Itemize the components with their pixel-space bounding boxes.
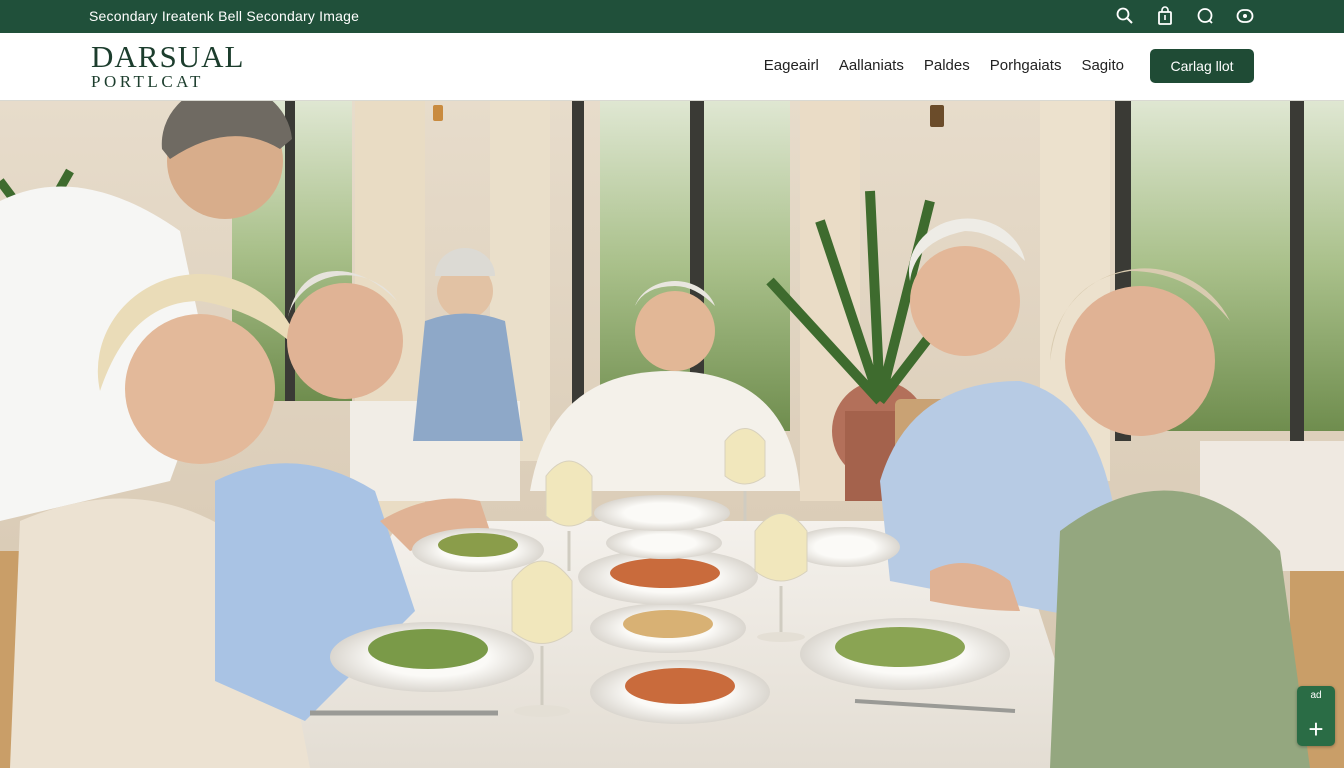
topbar-text: Secondary Ireatenk Bell Secondary Image	[89, 8, 360, 24]
bag-icon[interactable]	[1154, 5, 1176, 27]
main-header: DARSUAL PORTLCAT Eageairl Aallaniats Pal…	[0, 33, 1344, 101]
add-button[interactable]: +	[1308, 716, 1323, 742]
top-utility-bar: Secondary Ireatenk Bell Secondary Image	[0, 0, 1344, 33]
topbar-icons	[1114, 5, 1256, 27]
search-icon[interactable]	[1114, 5, 1136, 27]
nav-item-2[interactable]: Aallaniats	[839, 57, 904, 74]
nav-item-1[interactable]: Eageairl	[764, 57, 819, 74]
main-nav: Eageairl Aallaniats Paldes Porhgaiats Sa…	[764, 57, 1124, 74]
widget-label[interactable]: ad	[1310, 690, 1321, 701]
logo-sub-text: PORTLCAT	[91, 72, 204, 91]
cta-button[interactable]: Carlag llot	[1150, 49, 1254, 83]
account-icon[interactable]	[1234, 5, 1256, 27]
nav-item-3[interactable]: Paldes	[924, 57, 970, 74]
floating-widget: ad +	[1297, 686, 1335, 746]
nav-item-4[interactable]: Porhgaiats	[990, 57, 1062, 74]
logo-main-text: DARSUAL	[91, 39, 245, 74]
hero-illustration	[0, 101, 1344, 768]
chat-icon[interactable]	[1194, 5, 1216, 27]
site-logo[interactable]: DARSUAL PORTLCAT	[91, 41, 244, 92]
hero-image	[0, 101, 1344, 768]
nav-item-5[interactable]: Sagito	[1081, 57, 1124, 74]
